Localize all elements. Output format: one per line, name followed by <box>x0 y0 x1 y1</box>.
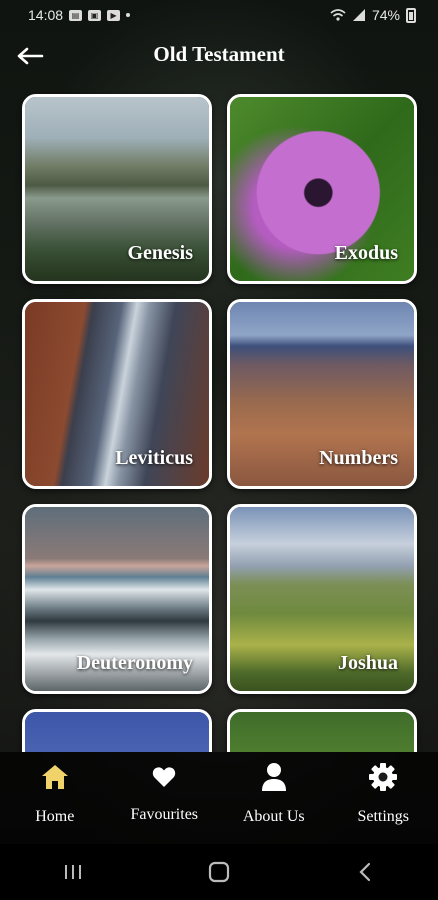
battery-percent: 74% <box>371 7 400 23</box>
nav-favourites-label: Favourites <box>130 806 199 823</box>
book-card-leviticus[interactable]: Leviticus <box>22 299 212 489</box>
book-card-joshua[interactable]: Joshua <box>227 504 417 694</box>
back-system-button[interactable] <box>335 852 395 892</box>
book-card-deuteronomy[interactable]: Deuteronomy <box>22 504 212 694</box>
chevron-left-icon <box>359 862 371 882</box>
book-label: Numbers <box>319 447 398 469</box>
book-label: Deuteronomy <box>76 652 193 674</box>
book-card-numbers[interactable]: Numbers <box>227 299 417 489</box>
status-bar: 14:08 ▤ ▣ ▶ 74% <box>0 0 438 30</box>
nav-about-label: About Us <box>242 808 305 825</box>
heart-icon <box>152 760 176 794</box>
nav-about[interactable]: About Us <box>224 760 324 826</box>
book-grid[interactable]: Genesis Exodus Leviticus Numbers Deutero… <box>0 90 438 752</box>
book-card-partial-right[interactable] <box>227 709 417 752</box>
book-label: Joshua <box>337 652 398 674</box>
book-card-genesis[interactable]: Genesis <box>22 94 212 284</box>
recent-apps-button[interactable] <box>43 852 103 892</box>
status-right: 74% <box>330 7 416 23</box>
book-card-partial-left[interactable] <box>22 709 212 752</box>
status-time: 14:08 <box>28 7 64 23</box>
gear-icon <box>368 760 398 794</box>
nav-favourites[interactable]: Favourites <box>114 760 214 824</box>
signal-icon <box>352 9 365 21</box>
blue-sky-image <box>25 712 209 752</box>
nav-settings[interactable]: Settings <box>333 760 433 826</box>
book-label: Exodus <box>334 242 398 264</box>
notification-icon: ▤ <box>69 9 83 21</box>
nav-settings-label: Settings <box>357 808 410 825</box>
app-header: Old Testament <box>0 36 438 76</box>
red-flowers-image <box>230 712 414 752</box>
book-label: Leviticus <box>115 447 193 469</box>
wifi-icon <box>330 9 346 21</box>
system-navigation-bar <box>0 844 438 900</box>
status-left: 14:08 ▤ ▣ ▶ <box>28 7 131 23</box>
home-icon <box>40 760 70 794</box>
home-square-icon <box>208 861 230 883</box>
user-icon <box>261 760 287 794</box>
home-system-button[interactable] <box>189 852 249 892</box>
book-label: Genesis <box>127 242 193 264</box>
youtube-icon: ▶ <box>107 9 121 21</box>
page-title: Old Testament <box>153 42 285 66</box>
bottom-navigation: Home Favourites About Us Settings <box>0 752 438 844</box>
recent-apps-icon <box>65 865 81 879</box>
nav-home-label: Home <box>35 808 75 825</box>
nav-home[interactable]: Home <box>5 760 105 826</box>
photos-icon: ▣ <box>88 9 102 21</box>
more-notifications-icon <box>126 13 131 17</box>
battery-icon <box>406 7 416 23</box>
book-card-exodus[interactable]: Exodus <box>227 94 417 284</box>
